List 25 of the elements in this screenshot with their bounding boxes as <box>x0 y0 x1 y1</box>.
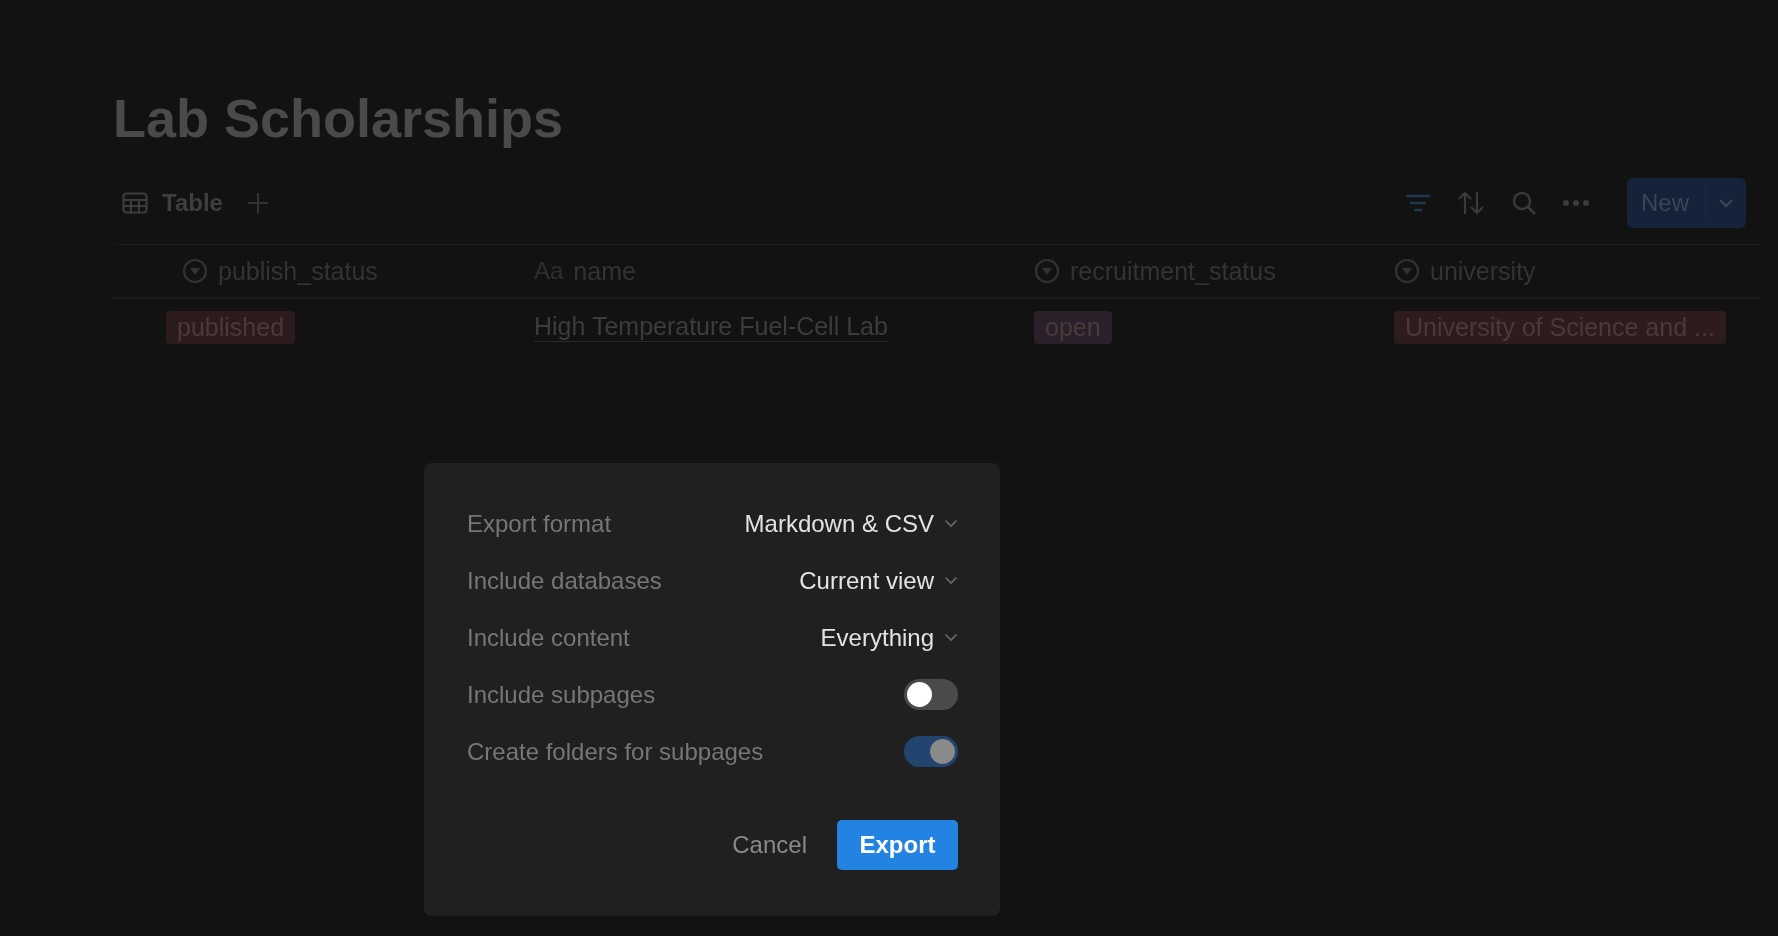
sort-icon[interactable] <box>1457 190 1485 216</box>
table-icon <box>122 192 148 214</box>
select-property-icon <box>1394 258 1420 284</box>
chevron-down-icon <box>944 576 958 585</box>
select-property-icon <box>1034 258 1060 284</box>
chevron-down-icon <box>944 519 958 528</box>
option-label: Create folders for subpages <box>467 737 764 766</box>
chevron-down-icon <box>944 633 958 642</box>
add-view-icon[interactable] <box>246 192 269 214</box>
toggle-switch[interactable] <box>904 679 958 710</box>
more-icon[interactable] <box>1563 199 1589 207</box>
option-label: Export format <box>467 509 612 538</box>
option-label: Include subpages <box>467 680 656 709</box>
select-property-icon <box>182 258 208 284</box>
chevron-down-icon[interactable] <box>1718 198 1734 208</box>
dropdown[interactable]: Markdown & CSV <box>744 509 958 538</box>
cancel-button[interactable]: Cancel <box>732 820 807 870</box>
dropdown[interactable]: Everything <box>820 623 958 652</box>
export-button[interactable]: Export <box>837 820 958 870</box>
option-label: Include content <box>467 623 630 652</box>
dropdown[interactable]: Current view <box>799 566 958 595</box>
filter-icon[interactable] <box>1405 192 1431 214</box>
page-title: Lab Scholarships <box>113 87 565 150</box>
option-label: Include databases <box>467 566 662 595</box>
search-icon[interactable] <box>1511 190 1537 216</box>
